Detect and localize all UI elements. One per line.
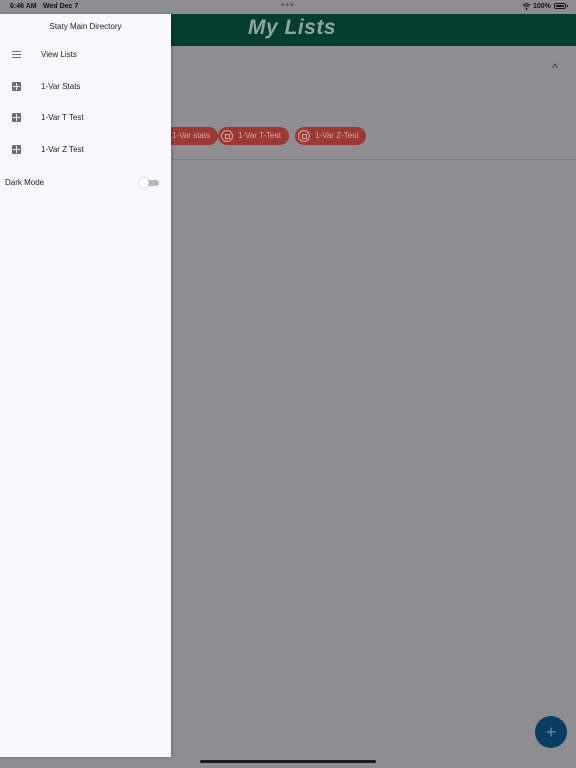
- grid-icon-wrap: [11, 112, 21, 122]
- dark-mode-row: Dark Mode: [0, 176, 171, 190]
- drawer-item-label: View Lists: [41, 49, 77, 59]
- dark-mode-toggle[interactable]: [139, 178, 159, 188]
- drawer-item-1-var-stats[interactable]: 1-Var Stats: [0, 71, 171, 101]
- multitasking-dots[interactable]: •••: [281, 0, 295, 11]
- navigation-drawer: Staty Main Directory View Lists 1-Var St…: [0, 14, 171, 757]
- drawer-item-1-var-t-test[interactable]: 1-Var T Test: [0, 102, 171, 132]
- wifi-icon: [522, 3, 531, 10]
- drawer-item-label: 1-Var Z Test: [41, 144, 84, 154]
- add-list-button[interactable]: +: [535, 716, 567, 748]
- battery-percentage: 100%: [533, 3, 551, 10]
- dark-mode-label: Dark Mode: [5, 178, 45, 187]
- drawer-title: Staty Main Directory: [49, 22, 122, 31]
- drawer-item-1-var-z-test[interactable]: 1-Var Z Test: [0, 134, 171, 164]
- grid-icon: [11, 144, 21, 154]
- grid-icon-wrap: [11, 144, 21, 154]
- grid-icon-wrap: [11, 81, 21, 91]
- drawer-item-view-lists[interactable]: View Lists: [0, 39, 171, 69]
- drawer-item-label: 1-Var Stats: [41, 81, 81, 91]
- chip-1-var-z-test[interactable]: 1-Var Z-Test: [295, 127, 367, 145]
- chip-label: 1-Var T-Test: [238, 131, 281, 140]
- chevron-up-icon[interactable]: ^: [549, 62, 561, 74]
- status-bar: 6:46 AM Wed Dec 7 ••• 100%: [0, 0, 576, 14]
- drawer-item-label: 1-Var T Test: [41, 112, 84, 122]
- home-indicator: [200, 760, 376, 763]
- chip-1-var-t-test[interactable]: 1-Var T-Test: [218, 127, 289, 145]
- status-time: 6:46 AM: [10, 3, 37, 10]
- grid-icon: [11, 81, 21, 91]
- page-title: My Lists: [248, 16, 337, 39]
- grid-icon: [11, 112, 21, 122]
- status-date: Wed Dec 7: [43, 3, 79, 10]
- list-icon: [11, 49, 21, 59]
- toggle-knob: [139, 178, 149, 188]
- grid-icon: [298, 130, 310, 142]
- grid-icon: [221, 130, 233, 142]
- chip-label: 1-Var Z-Test: [315, 131, 359, 140]
- battery-icon: [554, 3, 568, 9]
- chip-label: 1-Var stats: [172, 131, 211, 140]
